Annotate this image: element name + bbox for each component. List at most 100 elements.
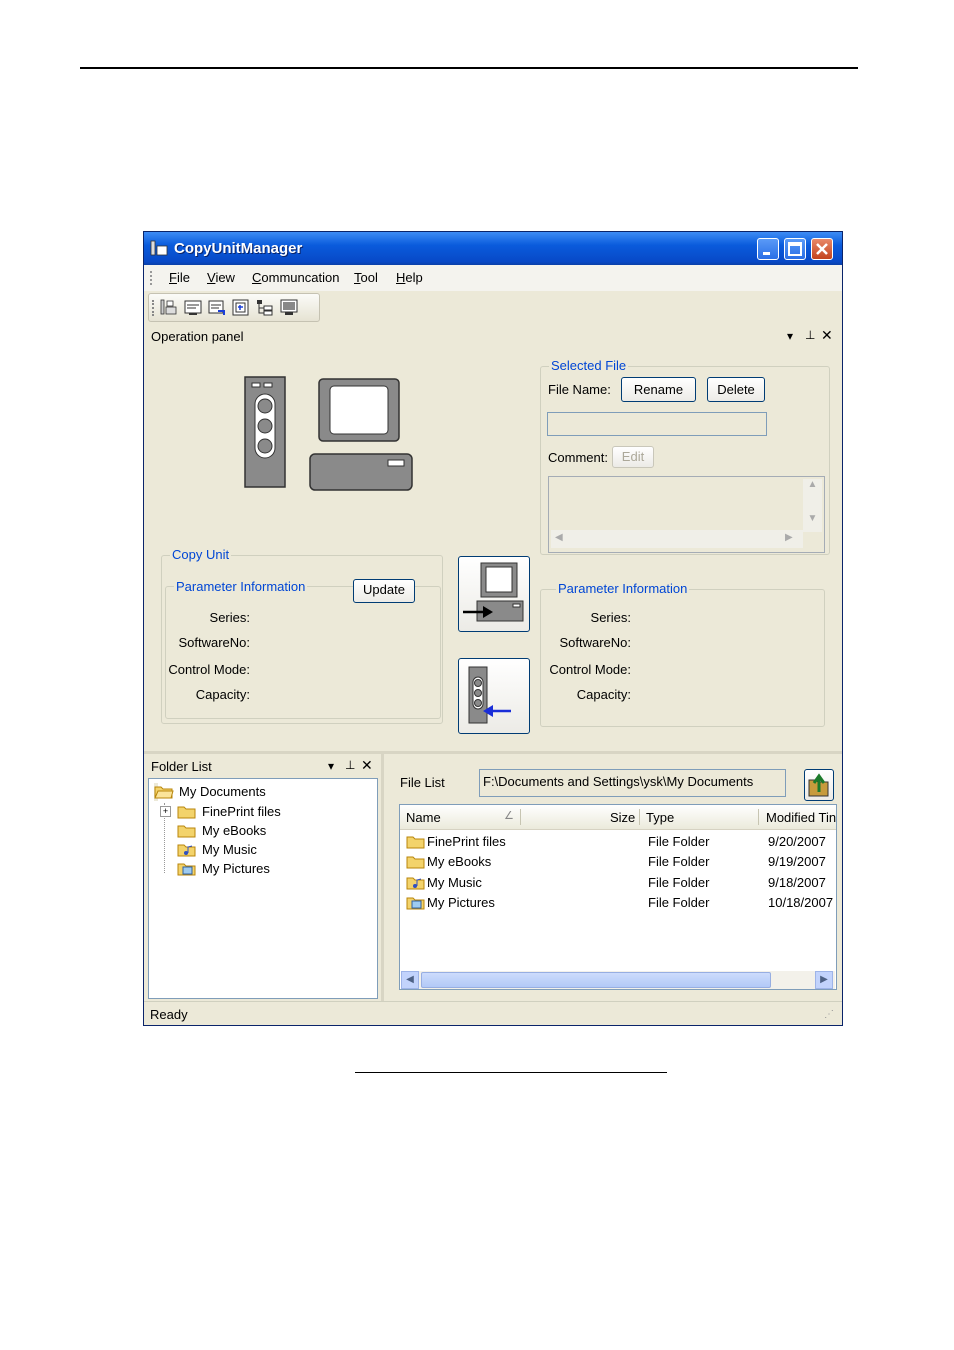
settings-icon[interactable] xyxy=(232,299,250,316)
copy-to-unit-button[interactable] xyxy=(458,658,530,734)
folder-icon xyxy=(406,836,425,849)
comment-textarea[interactable]: ▲ ▼ ◀ ▶ xyxy=(548,476,825,553)
col-type-header[interactable]: Type xyxy=(646,810,674,825)
pictures-folder-icon xyxy=(406,897,425,910)
copy-to-pc-icon xyxy=(463,562,524,622)
col-modified-header[interactable]: Modified Tin xyxy=(766,810,836,825)
copy-unit-param-legend: Parameter Information xyxy=(174,579,308,594)
copy-to-unit-icon xyxy=(468,666,511,724)
col-size-header[interactable]: Size xyxy=(610,810,635,825)
row-modified: 9/18/2007 xyxy=(768,875,826,890)
panel-dropdown-icon[interactable]: ▾ xyxy=(787,329,793,343)
row-name: FinePrint files xyxy=(427,834,506,849)
col-name-header[interactable]: Name xyxy=(406,810,441,825)
status-text: Ready xyxy=(150,1007,188,1022)
path-field[interactable]: F:\Documents and Settings\ysk\My Documen… xyxy=(479,769,786,797)
title-bar[interactable]: CopyUnitManager xyxy=(144,232,842,265)
resize-grip-icon[interactable]: ⋰ xyxy=(824,1009,834,1020)
row-type: File Folder xyxy=(648,875,710,890)
scroll-down-icon[interactable]: ▼ xyxy=(803,513,822,531)
monitor-icon[interactable] xyxy=(280,299,298,316)
col-divider[interactable] xyxy=(639,809,640,825)
comment-label: Comment: xyxy=(548,450,608,465)
folder-dropdown-icon[interactable]: ▾ xyxy=(328,759,334,773)
table-row[interactable]: My Music File Folder 9/18/2007 xyxy=(400,874,836,893)
folder-close-icon[interactable]: ✕ xyxy=(361,757,373,774)
copy-to-pc-button[interactable] xyxy=(458,556,530,632)
scroll-right-icon[interactable]: ▶ xyxy=(815,971,833,989)
edit-button[interactable]: Edit xyxy=(612,446,654,468)
minimize-button[interactable] xyxy=(757,238,779,260)
tree-item-label: My Music xyxy=(202,842,257,857)
panel-pin-icon[interactable]: ⊥ xyxy=(805,328,815,342)
col-divider[interactable] xyxy=(758,809,759,825)
sort-icon: ∠ xyxy=(504,810,514,822)
copy-unit-capacity-label: Capacity: xyxy=(195,687,250,702)
parent-folder-button[interactable] xyxy=(804,769,834,801)
selected-file-legend: Selected File xyxy=(549,358,629,373)
menu-help[interactable]: Help xyxy=(396,270,423,285)
update-button[interactable]: Update xyxy=(353,579,415,603)
menu-tool[interactable]: Tool xyxy=(354,270,378,285)
connect-icon[interactable] xyxy=(160,299,178,316)
row-type: File Folder xyxy=(648,895,710,910)
operation-panel: Copy Unit Parameter Information Update S… xyxy=(147,346,840,751)
toolbar-grip[interactable] xyxy=(152,300,154,316)
col-divider[interactable] xyxy=(520,809,521,825)
row-modified: 10/18/2007 xyxy=(768,895,834,910)
music-folder-icon xyxy=(406,877,425,890)
file-list-hscroll[interactable]: ◀ ▶ xyxy=(401,971,835,989)
menu-grip[interactable] xyxy=(150,271,154,285)
caption-underline xyxy=(355,1072,667,1073)
tree-item-label: FinePrint files xyxy=(202,804,281,819)
tree-view-icon[interactable] xyxy=(256,299,274,316)
right-control-mode-label: Control Mode: xyxy=(549,662,631,677)
table-row[interactable]: My eBooks File Folder 9/19/2007 xyxy=(400,853,836,872)
menu-file[interactable]: File xyxy=(169,270,190,285)
copy-unit-legend: Copy Unit xyxy=(170,547,232,562)
row-type: File Folder xyxy=(648,854,710,869)
delete-button[interactable]: Delete xyxy=(707,377,765,402)
menu-view[interactable]: View xyxy=(207,270,235,285)
rename-button[interactable]: Rename xyxy=(621,377,696,402)
menu-bar: File View Communcation Tool Help xyxy=(144,265,842,291)
maximize-icon xyxy=(788,242,802,256)
folder-tree: My Documents + FinePrint files My eBooks… xyxy=(148,778,378,999)
close-icon xyxy=(816,243,828,255)
status-bar: Ready ⋰ xyxy=(144,1001,842,1025)
row-modified: 9/19/2007 xyxy=(768,854,826,869)
table-row[interactable]: My Pictures File Folder 10/18/2007 xyxy=(400,894,836,913)
close-button[interactable] xyxy=(811,238,833,260)
right-series-label: Series: xyxy=(590,610,631,625)
operation-panel-title: Operation panel xyxy=(151,329,244,344)
app-icon xyxy=(150,240,168,256)
tree-root-label: My Documents xyxy=(179,784,266,799)
maximize-button[interactable] xyxy=(784,238,806,260)
menu-communication[interactable]: Communcation xyxy=(252,270,339,285)
table-row[interactable]: FinePrint files File Folder 9/20/2007 xyxy=(400,833,836,852)
copy-unit-softwareno-label: SoftwareNo: xyxy=(178,635,250,650)
refresh-list-icon[interactable] xyxy=(208,299,226,316)
file-name-field[interactable] xyxy=(547,412,767,436)
right-capacity-label: Capacity: xyxy=(576,687,631,702)
copy-unit-illustration xyxy=(244,376,413,491)
folder-list-title: Folder List xyxy=(151,759,212,774)
path-value: F:\Documents and Settings\ysk\My Documen… xyxy=(483,774,754,789)
folder-icon xyxy=(177,825,196,838)
scroll-left-icon[interactable]: ◀ xyxy=(401,971,419,989)
expand-icon[interactable]: + xyxy=(160,806,171,817)
folder-list-pane: Folder List ▾ ⊥ ✕ My Documents + FinePri… xyxy=(144,754,381,1001)
window-title: CopyUnitManager xyxy=(174,240,303,257)
scroll-left-icon[interactable]: ◀ xyxy=(555,532,563,543)
scroll-right-icon[interactable]: ▶ xyxy=(785,532,793,543)
tree-root-item[interactable]: My Documents xyxy=(154,783,266,801)
comment-vscroll[interactable]: ▲ ▼ xyxy=(803,479,822,532)
comment-hscroll[interactable]: ◀ ▶ xyxy=(551,530,803,548)
folder-pin-icon[interactable]: ⊥ xyxy=(345,758,355,772)
unit-properties-icon[interactable] xyxy=(184,299,202,316)
file-name-label: File Name: xyxy=(548,382,611,397)
scroll-up-icon[interactable]: ▲ xyxy=(803,479,822,497)
file-list-label: File List xyxy=(400,775,445,790)
panel-close-icon[interactable]: ✕ xyxy=(821,327,833,344)
scroll-thumb[interactable] xyxy=(421,972,771,988)
